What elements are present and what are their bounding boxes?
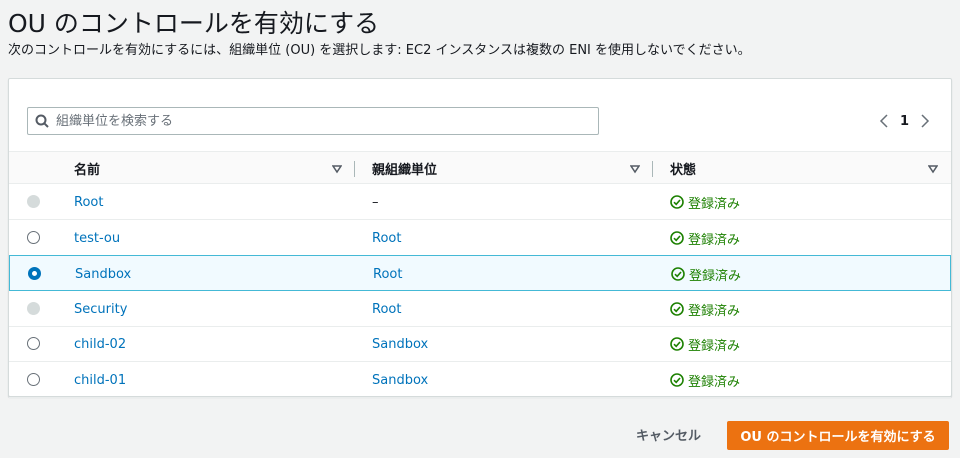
page-number-button[interactable]: 1 [894, 114, 915, 129]
status-label: 登録済み [688, 303, 741, 319]
table-row[interactable]: child-02 Sandbox 登録済み [9, 326, 951, 362]
status-badge: 登録済み [670, 291, 740, 327]
parent-ou-link[interactable]: Root [372, 220, 401, 256]
status-badge: 登録済み [670, 362, 740, 398]
ou-name-link[interactable]: test-ou [74, 220, 120, 256]
row-select-radio[interactable] [27, 337, 40, 350]
parent-ou-link[interactable]: Sandbox [372, 326, 428, 362]
status-label: 登録済み [689, 268, 742, 284]
chevron-right-icon [921, 114, 930, 128]
ou-name-link[interactable]: child-02 [74, 326, 126, 362]
row-select-radio[interactable] [27, 231, 40, 244]
ou-name-link[interactable]: child-01 [74, 362, 126, 398]
row-select-radio[interactable] [27, 373, 40, 386]
search-input[interactable] [56, 110, 586, 132]
ou-name-link[interactable]: Security [74, 291, 127, 327]
column-divider[interactable] [652, 161, 653, 177]
row-select-radio [27, 195, 40, 208]
sort-down-icon[interactable] [630, 164, 640, 174]
table-row[interactable]: child-01 Sandbox 登録済み [9, 362, 951, 398]
table-row[interactable]: Root – 登録済み [9, 184, 951, 220]
row-select-radio[interactable] [28, 267, 41, 280]
row-select-radio [27, 302, 40, 315]
status-label: 登録済み [688, 338, 741, 354]
status-label: 登録済み [688, 232, 741, 248]
check-circle-icon [671, 267, 685, 281]
sort-down-icon[interactable] [332, 164, 342, 174]
next-page-button[interactable] [915, 111, 935, 131]
sort-down-icon[interactable] [928, 164, 938, 174]
table-row[interactable]: Security Root 登録済み [9, 291, 951, 327]
search-box[interactable] [27, 107, 599, 135]
table-header: 名前 親組織単位 状態 [9, 151, 951, 184]
status-label: 登録済み [688, 196, 741, 212]
status-badge: 登録済み [670, 220, 740, 256]
column-divider[interactable] [354, 161, 355, 177]
chevron-left-icon [879, 114, 888, 128]
enable-control-button[interactable]: OU のコントロールを有効にする [727, 421, 949, 450]
table-row[interactable]: Sandbox Root 登録済み [9, 255, 951, 291]
column-header-name[interactable]: 名前 [74, 152, 100, 185]
check-circle-icon [670, 302, 684, 316]
ou-name-link[interactable]: Root [74, 184, 103, 220]
check-circle-icon [670, 373, 684, 387]
status-badge: 登録済み [670, 184, 740, 220]
table-row[interactable]: test-ou Root 登録済み [9, 220, 951, 256]
parent-ou-link[interactable]: Sandbox [372, 362, 428, 398]
parent-ou-link: – [372, 194, 379, 210]
ou-name-link[interactable]: Sandbox [75, 256, 131, 292]
previous-page-button[interactable] [874, 111, 894, 131]
pagination: 1 [874, 111, 935, 131]
check-circle-icon [670, 231, 684, 245]
search-icon [35, 114, 49, 128]
page-title: OU のコントロールを有効にする [8, 9, 380, 38]
status-badge: 登録済み [670, 326, 740, 362]
column-header-parent[interactable]: 親組織単位 [372, 152, 437, 185]
ou-table-panel: 1 名前 親組織単位 状態 Root–登録済みtest-ouRoot登録済みSa… [8, 78, 952, 398]
parent-ou-link[interactable]: Root [372, 291, 401, 327]
cancel-button[interactable]: キャンセル [620, 420, 717, 448]
parent-ou-link[interactable]: Root [373, 256, 402, 292]
status-label: 登録済み [688, 374, 741, 390]
check-circle-icon [670, 337, 684, 351]
status-badge: 登録済み [671, 256, 741, 292]
page-description: 次のコントロールを有効にするには、組織単位 (OU) を選択します: EC2 イ… [8, 43, 751, 58]
column-header-status[interactable]: 状態 [670, 152, 696, 185]
check-circle-icon [670, 195, 684, 209]
